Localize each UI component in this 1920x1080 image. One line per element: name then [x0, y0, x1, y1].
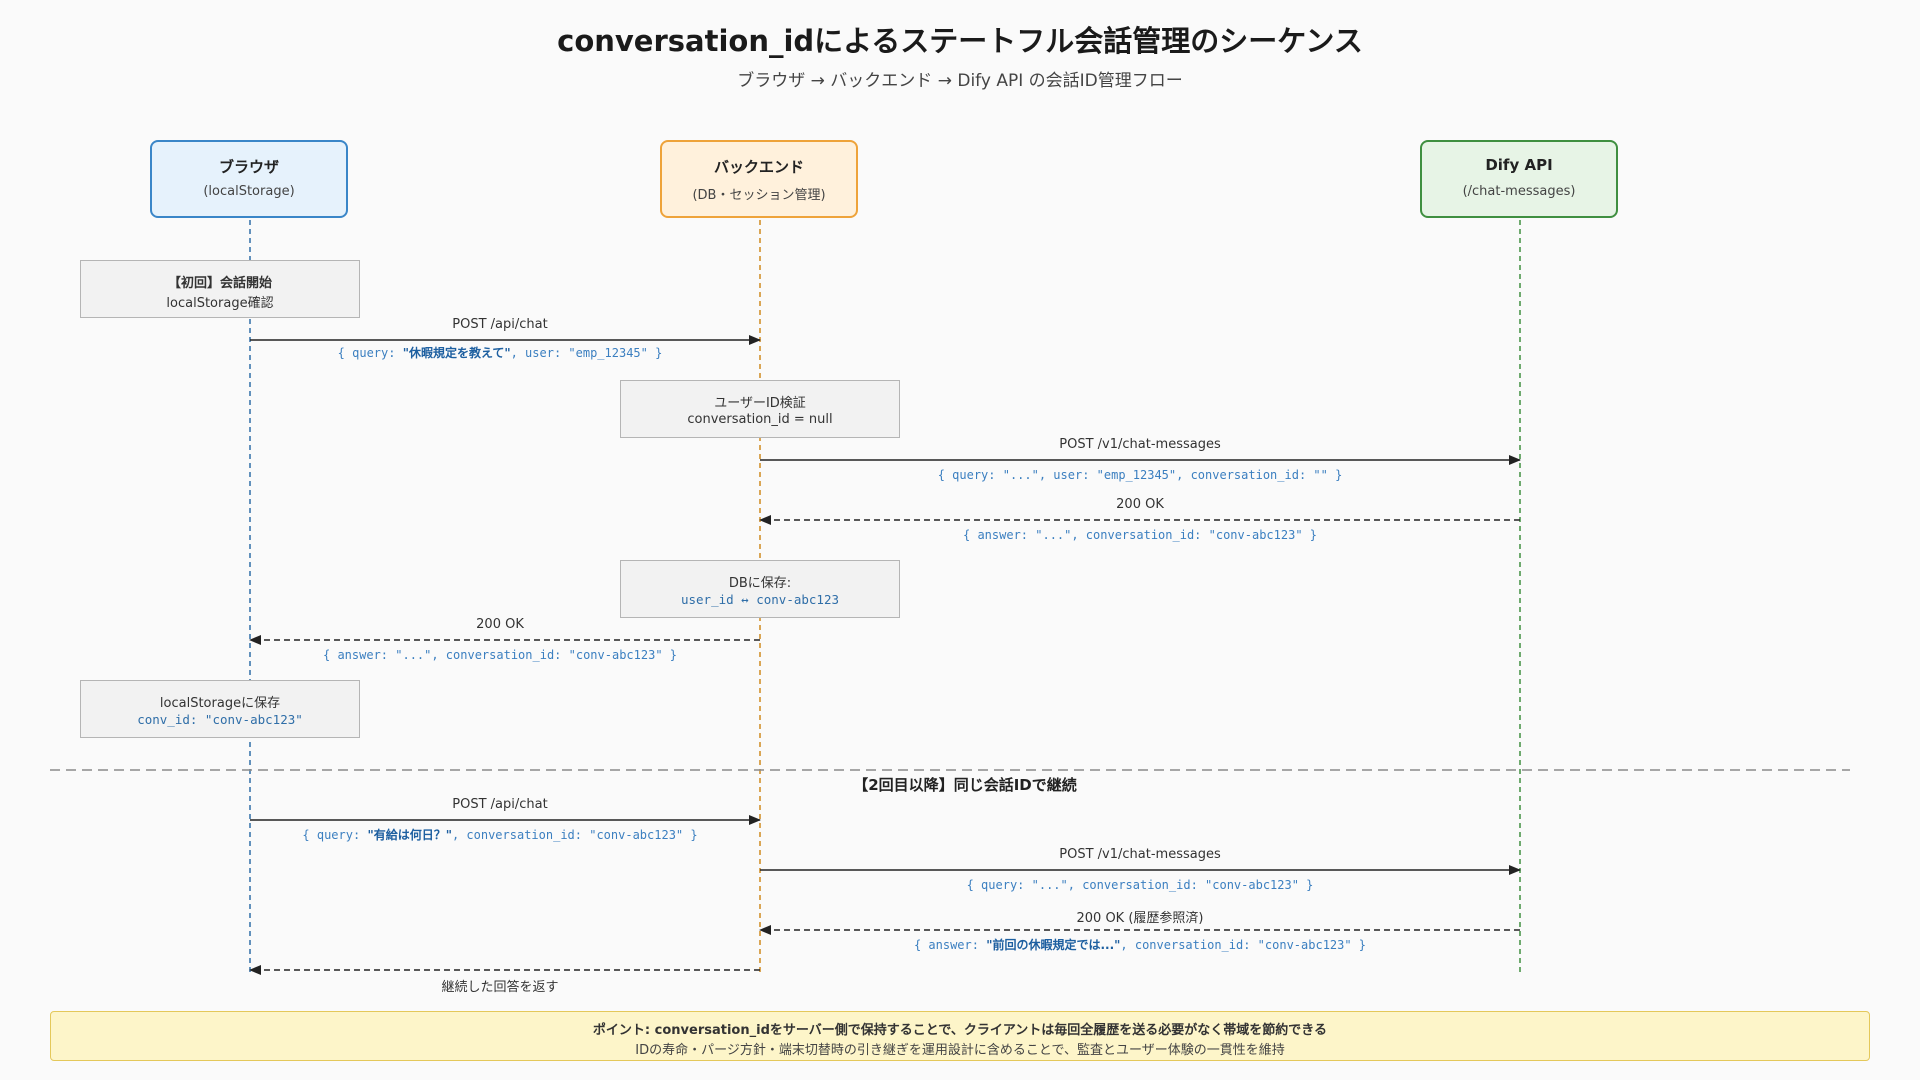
- actor-backend: バックエンド (DB・セッション管理): [660, 140, 858, 218]
- message-m7-payload-pre: { answer:: [913, 938, 987, 952]
- note-first-session-line2: localStorage確認: [166, 296, 274, 311]
- message-m1-label: POST /api/chat: [452, 317, 548, 332]
- note-db-save-line1: DBに保存:: [728, 576, 792, 591]
- message-m6-payload: { query: "...", conversation_id: "conv-a…: [966, 878, 1314, 892]
- actor-backend-sub: (DB・セッション管理): [692, 188, 826, 203]
- actor-dify: Dify API (/chat-messages): [1420, 140, 1618, 218]
- message-m5-payload-query: "有給は何日？": [367, 828, 452, 842]
- key-point-line2: IDの寿命・パージ方針・端末切替時の引き継ぎを運用設計に含めることで、監査とユー…: [635, 1043, 1285, 1058]
- message-m7-payload-post: , conversation_id: "conv-abc123" }: [1120, 938, 1367, 952]
- key-point-line1: ポイント: conversation_idをサーバー側で保持することで、クライア…: [592, 1023, 1328, 1038]
- phase-separator-label: 【2回目以降】同じ会話IDで継続: [853, 776, 1077, 794]
- message-m7-payload: { answer: "前回の休暇規定では...", conversation_i…: [914, 936, 1366, 953]
- key-point-box: ポイント: conversation_idをサーバー側で保持することで、クライア…: [50, 1011, 1870, 1061]
- actor-dify-name: Dify API: [1485, 156, 1553, 174]
- note-user-verify: ユーザーID検証 conversation_id = null: [620, 380, 900, 438]
- note-first-session: 【初回】会話開始 localStorage確認: [80, 260, 360, 318]
- message-m5-payload-post: , conversation_id: "conv-abc123" }: [451, 828, 698, 842]
- actor-browser-sub: (localStorage): [203, 184, 295, 199]
- actor-browser-name: ブラウザ: [218, 158, 279, 176]
- message-m8-label: 継続した回答を返す: [441, 980, 559, 995]
- note-localstorage-save-line1: localStorageに保存: [159, 696, 281, 711]
- note-db-save: DBに保存: user_id ↔ conv-abc123: [620, 560, 900, 618]
- actor-backend-name: バックエンド: [713, 158, 804, 176]
- note-localstorage-save: localStorageに保存 conv_id: "conv-abc123": [80, 680, 360, 738]
- message-m2-label: POST /v1/chat-messages: [1059, 437, 1221, 452]
- message-m7-label: 200 OK (履歴参照済): [1076, 911, 1204, 926]
- note-user-verify-line1: ユーザーID検証: [714, 396, 806, 411]
- message-m5-label: POST /api/chat: [452, 797, 548, 812]
- actor-browser: ブラウザ (localStorage): [150, 140, 348, 218]
- actor-dify-sub: (/chat-messages): [1462, 184, 1576, 199]
- message-m4-payload: { answer: "...", conversation_id: "conv-…: [322, 648, 678, 662]
- note-db-save-line2: user_id ↔ conv-abc123: [680, 592, 840, 607]
- message-m2-payload: { query: "...", user: "emp_12345", conve…: [937, 468, 1343, 482]
- message-m3-payload: { answer: "...", conversation_id: "conv-…: [962, 528, 1318, 542]
- message-m4-label: 200 OK: [476, 617, 524, 632]
- message-m3-label: 200 OK: [1116, 497, 1164, 512]
- message-m7-payload-answer: "前回の休暇規定では...": [986, 938, 1121, 952]
- message-m1-payload-post: , user: "emp_12345" }: [510, 346, 663, 360]
- sequence-diagram: conversation_idによるステートフル会話管理のシーケンス ブラウザ …: [0, 0, 1920, 1080]
- message-m1-payload-query: "休暇規定を教えて": [402, 346, 511, 360]
- message-m5-payload: { query: "有給は何日？", conversation_id: "con…: [302, 826, 697, 843]
- message-m1-payload: { query: "休暇規定を教えて", user: "emp_12345" }: [338, 344, 663, 361]
- note-first-session-line1: 【初回】会話開始: [167, 276, 272, 291]
- message-m5-payload-pre: { query:: [302, 828, 368, 842]
- message-m6-label: POST /v1/chat-messages: [1059, 847, 1221, 862]
- message-m1-payload-pre: { query:: [337, 346, 403, 360]
- note-localstorage-save-line2: conv_id: "conv-abc123": [137, 712, 303, 727]
- note-user-verify-line2: conversation_id = null: [687, 412, 833, 427]
